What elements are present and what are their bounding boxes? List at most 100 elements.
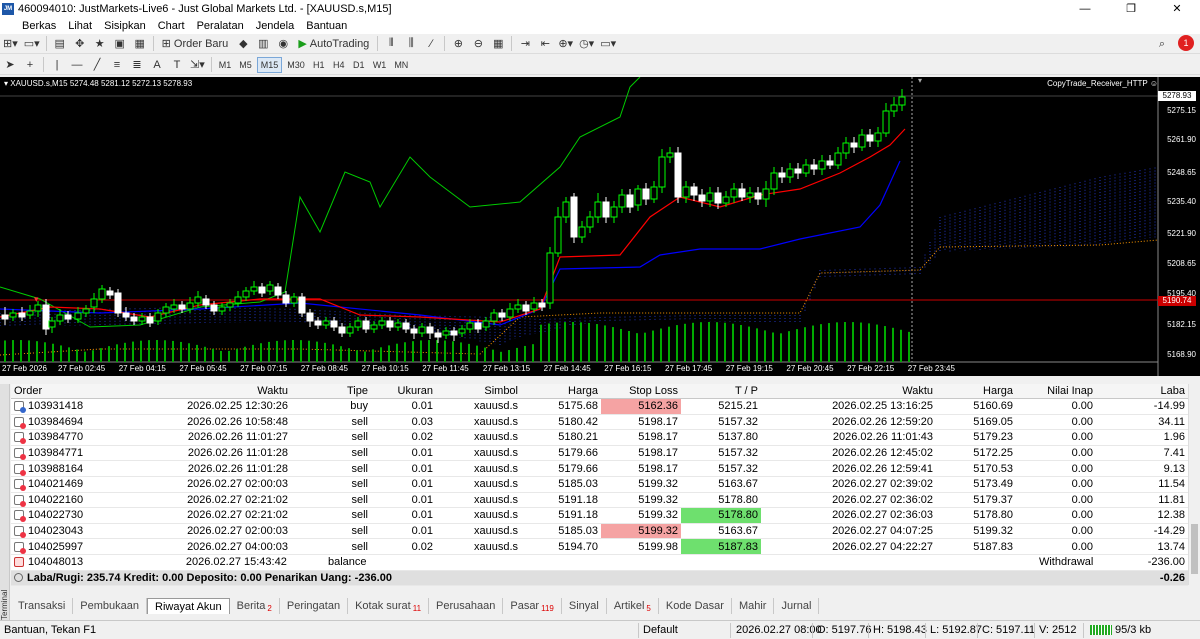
terminal-icon[interactable]: ▣	[111, 36, 129, 52]
candle-bear	[274, 286, 282, 296]
periods-icon[interactable]: ◷▾	[577, 36, 596, 52]
table-row[interactable]: 104023043 2026.02.27 02:00:03 sell 0.01 xauu…	[11, 523, 1188, 540]
menu-item-chart[interactable]: Chart	[152, 20, 191, 32]
channel-icon[interactable]: ≡	[108, 57, 126, 73]
timeframe-w1[interactable]: W1	[370, 57, 390, 73]
fibonacci-icon[interactable]: ≣	[128, 57, 146, 73]
tab-kotak-surat[interactable]: Kotak surat 11	[348, 598, 430, 614]
minimize-button[interactable]: —	[1062, 0, 1108, 17]
vertical-line-icon[interactable]: |	[48, 57, 66, 73]
market-watch-icon[interactable]: ▤	[51, 36, 69, 52]
timeframe-m5[interactable]: M5	[236, 57, 255, 73]
table-row[interactable]: 104025997 2026.02.27 04:00:03 sell 0.02 xauu…	[11, 539, 1188, 555]
text-icon[interactable]: A	[148, 57, 166, 73]
tab-jurnal[interactable]: Jurnal	[774, 598, 820, 614]
menu-item-berkas[interactable]: Berkas	[0, 20, 62, 32]
tab-perusahaan[interactable]: Perusahaan	[429, 598, 504, 614]
search-icon[interactable]: ⌕	[1153, 36, 1171, 52]
market-icon[interactable]: ▥	[254, 36, 272, 52]
new-chart-icon[interactable]: ⊞▾	[1, 36, 20, 52]
timeframe-d1[interactable]: D1	[350, 57, 368, 73]
menu-item-jendela[interactable]: Jendela	[250, 20, 301, 32]
column-header[interactable]: Ukuran	[371, 384, 436, 398]
menu-item-lihat[interactable]: Lihat	[62, 20, 98, 32]
table-row[interactable]: 103931418 2026.02.25 12:30:26 buy 0.01 xauus…	[11, 399, 1188, 415]
profit-cell: -14.29	[1153, 525, 1185, 538]
table-row[interactable]: 103984770 2026.02.26 11:01:27 sell 0.02 xauu…	[11, 430, 1188, 446]
zoom-in-icon[interactable]: ⊕	[449, 36, 467, 52]
vertical-scrollbar[interactable]	[1188, 384, 1200, 585]
column-header[interactable]: Harga	[521, 384, 601, 398]
timeframe-m1[interactable]: M1	[216, 57, 235, 73]
timeframe-h1[interactable]: H1	[310, 57, 328, 73]
tab-sinyal[interactable]: Sinyal	[562, 598, 607, 614]
table-row[interactable]: 103988164 2026.02.26 11:01:28 sell 0.01 xauu…	[11, 461, 1188, 477]
chart-shift-icon[interactable]: ⇤	[536, 36, 554, 52]
new-order-button[interactable]: ⊞ Order Baru	[158, 36, 233, 52]
close-button[interactable]: ✕	[1154, 0, 1200, 17]
profiles-icon[interactable]: ▭▾	[22, 36, 42, 52]
autotrading-button[interactable]: ▶ AutoTrading	[294, 36, 373, 52]
cursor-icon[interactable]: ➤	[1, 57, 19, 73]
column-header[interactable]: Stop Loss	[601, 384, 681, 398]
swap-cell: 0.00	[1071, 540, 1093, 553]
scrollbar-thumb[interactable]	[1191, 524, 1198, 574]
tab-pasar[interactable]: Pasar 119	[503, 598, 562, 614]
column-header[interactable]: Harga	[936, 384, 1016, 398]
trendline-icon[interactable]: ╱	[88, 57, 106, 73]
column-header[interactable]: Tipe	[291, 384, 371, 398]
tab-mahir[interactable]: Mahir	[732, 598, 775, 614]
menu-item-sisipkan[interactable]: Sisipkan	[98, 20, 152, 32]
indicators-icon[interactable]: ⊕▾	[556, 36, 575, 52]
templates-icon[interactable]: ▭▾	[598, 36, 618, 52]
column-header[interactable]: Simbol	[436, 384, 521, 398]
tab-kode-dasar[interactable]: Kode Dasar	[659, 598, 732, 614]
tab-pembukaan[interactable]: Pembukaan	[73, 598, 147, 614]
tab-peringatan[interactable]: Peringatan	[280, 598, 349, 614]
line-chart-icon[interactable]: ∕	[422, 36, 440, 52]
profit-cell: 1.96	[1163, 431, 1185, 444]
arrows-icon[interactable]: ⇲▾	[188, 57, 207, 73]
column-header[interactable]: T / P	[681, 384, 761, 398]
menu-item-peralatan[interactable]: Peralatan	[191, 20, 250, 32]
timeframe-m30[interactable]: M30	[284, 57, 308, 73]
navigator-icon[interactable]: ★	[91, 36, 109, 52]
column-header[interactable]: Waktu	[761, 384, 936, 398]
tile-windows-icon[interactable]: ▦	[489, 36, 507, 52]
tab-transaksi[interactable]: Transaksi	[11, 598, 74, 614]
column-header[interactable]: Waktu	[111, 384, 291, 398]
candlestick-icon[interactable]: ⫼	[402, 36, 420, 52]
table-row[interactable]: 103984771 2026.02.26 11:01:28 sell 0.01 xauu…	[11, 445, 1188, 462]
tab-riwayat-akun[interactable]: Riwayat Akun	[147, 598, 230, 614]
price-chart[interactable]: ▾ ▾ ▾ XAUUSD.s,M15 5274.48 5281.12 5272.1…	[0, 77, 1200, 376]
menu-item-bantuan[interactable]: Bantuan	[300, 20, 353, 32]
tester-icon[interactable]: ▦	[131, 36, 149, 52]
candle-bear	[114, 292, 122, 314]
data-window-icon[interactable]: ✥	[71, 36, 89, 52]
balance-row[interactable]: 104048013 2026.02.27 15:43:42 balance Withd…	[11, 554, 1188, 571]
bar-chart-icon[interactable]: ⫴	[382, 36, 400, 52]
text-label-icon[interactable]: T	[168, 57, 186, 73]
maximize-button[interactable]: ❐	[1108, 0, 1154, 17]
horizontal-line-icon[interactable]: —	[68, 57, 86, 73]
autoscroll-icon[interactable]: ⇥	[516, 36, 534, 52]
column-header[interactable]: Laba	[1096, 384, 1188, 398]
chart-canvas[interactable]: ▾▾	[0, 77, 1200, 376]
crosshair-icon[interactable]: +	[21, 57, 39, 73]
tab-artikel[interactable]: Artikel 5	[607, 598, 659, 614]
metaeditor-icon[interactable]: ◆	[234, 36, 252, 52]
column-header[interactable]: Order	[11, 384, 111, 398]
column-header[interactable]: Nilai Inap	[1016, 384, 1096, 398]
table-row[interactable]: 104021469 2026.02.27 02:00:03 sell 0.01 xauu…	[11, 476, 1188, 493]
zoom-out-icon[interactable]: ⊖	[469, 36, 487, 52]
candle-bear	[474, 322, 482, 330]
timeframe-mn[interactable]: MN	[391, 57, 411, 73]
vps-icon[interactable]: ◉	[274, 36, 292, 52]
table-row[interactable]: 104022160 2026.02.27 02:21:02 sell 0.01 xauu…	[11, 492, 1188, 509]
tab-berita[interactable]: Berita 2	[230, 598, 280, 614]
table-row[interactable]: 103984694 2026.02.26 10:58:48 sell 0.03 xauu…	[11, 414, 1188, 431]
notification-badge[interactable]: 1	[1178, 35, 1194, 51]
timeframe-m15[interactable]: M15	[256, 56, 283, 73]
timeframe-h4[interactable]: H4	[330, 57, 348, 73]
table-row[interactable]: 104022730 2026.02.27 02:21:02 sell 0.01 xauu…	[11, 508, 1188, 524]
